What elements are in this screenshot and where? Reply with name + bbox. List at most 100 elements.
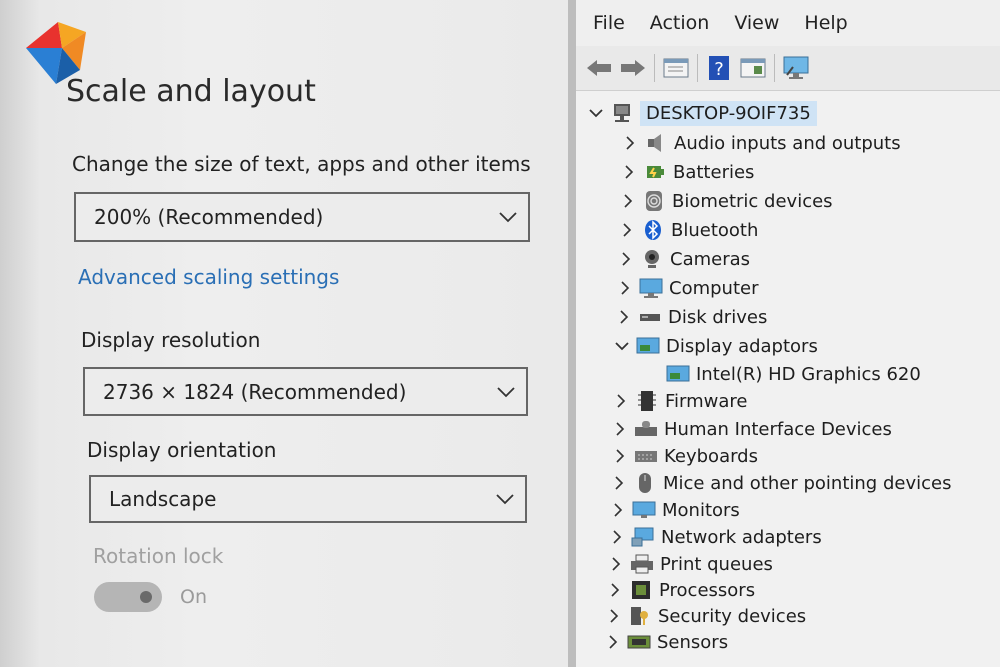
- scale-label: Change the size of text, apps and other …: [72, 152, 531, 176]
- tree-item[interactable]: Keyboards: [610, 443, 758, 469]
- tree-item[interactable]: Processors: [605, 577, 755, 603]
- scale-value: 200% (Recommended): [94, 205, 324, 229]
- tree-child-item[interactable]: Intel(R) HD Graphics 620: [662, 361, 921, 387]
- chevron-right-icon[interactable]: [604, 609, 624, 623]
- tree-item[interactable]: Audio inputs and outputs: [620, 130, 901, 156]
- tree-item-label: Bluetooth: [671, 219, 759, 241]
- menu-file[interactable]: File: [593, 12, 625, 34]
- computer-icon: [639, 277, 663, 299]
- device-tree: DESKTOP-9OIF735 Audio inputs and outputs…: [576, 92, 1000, 667]
- toolbar: ?: [576, 46, 1000, 91]
- back-button[interactable]: [582, 53, 616, 83]
- rotation-lock-toggle[interactable]: [94, 582, 162, 612]
- rotation-lock-state: On: [180, 586, 207, 608]
- chevron-right-icon[interactable]: [605, 583, 625, 597]
- menu-bar: File Action View Help: [576, 0, 1000, 46]
- mouse-icon: [633, 472, 657, 494]
- chevron-right-icon[interactable]: [616, 252, 636, 266]
- sensor-icon: [627, 631, 651, 653]
- tree-item-label: Computer: [669, 277, 759, 299]
- display-adapter-icon: [666, 363, 690, 385]
- toolbar-separator: [697, 54, 698, 82]
- chevron-right-icon[interactable]: [611, 394, 631, 408]
- chevron-right-icon[interactable]: [607, 530, 627, 544]
- window-divider: [568, 0, 576, 667]
- toggle-knob: [140, 591, 152, 603]
- menu-help[interactable]: Help: [804, 12, 847, 34]
- chevron-down-icon: [485, 477, 525, 521]
- forward-button[interactable]: [616, 53, 650, 83]
- tree-item[interactable]: Monitors: [608, 497, 740, 523]
- chevron-right-icon[interactable]: [608, 503, 628, 517]
- tree-item-label: Biometric devices: [672, 190, 833, 212]
- chevron-right-icon[interactable]: [603, 635, 623, 649]
- device-manager-window: File Action View Help ? DESKTOP-9OIF735 …: [576, 0, 1000, 667]
- tree-item[interactable]: Sensors: [603, 629, 728, 655]
- menu-view[interactable]: View: [734, 12, 779, 34]
- tree-item[interactable]: Computer: [615, 275, 758, 301]
- menu-action[interactable]: Action: [650, 12, 710, 34]
- computer-network-icon: [610, 102, 634, 124]
- tree-item[interactable]: Firmware: [611, 388, 748, 414]
- chevron-right-icon[interactable]: [620, 136, 640, 150]
- security-icon: [628, 605, 652, 627]
- tree-item[interactable]: Batteries: [619, 159, 754, 185]
- tree-item-label: Batteries: [673, 161, 755, 183]
- tree-item[interactable]: Mice and other pointing devices: [609, 470, 951, 496]
- tree-item-label: Disk drives: [668, 306, 768, 328]
- battery-icon: [643, 161, 667, 183]
- tree-item-label: Audio inputs and outputs: [674, 132, 901, 154]
- chevron-right-icon[interactable]: [614, 310, 634, 324]
- scale-dropdown[interactable]: 200% (Recommended): [74, 192, 530, 242]
- firmware-icon: [635, 390, 659, 412]
- tree-item-label: Display adaptors: [666, 335, 818, 357]
- rotation-lock-label: Rotation lock: [93, 544, 224, 568]
- tree-item[interactable]: Network adapters: [607, 524, 822, 550]
- chevron-right-icon[interactable]: [610, 422, 630, 436]
- tree-item[interactable]: Disk drives: [614, 304, 767, 330]
- tree-item[interactable]: Biometric devices: [618, 188, 833, 214]
- speaker-icon: [644, 132, 668, 154]
- tree-item[interactable]: Cameras: [616, 246, 750, 272]
- display-adapter-icon: [636, 335, 660, 357]
- scan-hardware-icon: [783, 56, 809, 79]
- properties-icon: [663, 58, 689, 78]
- tree-item-label: Keyboards: [664, 445, 758, 467]
- help-icon: ?: [709, 56, 729, 80]
- tree-item-label: Monitors: [662, 499, 740, 521]
- bluetooth-icon: [641, 219, 665, 241]
- orientation-dropdown[interactable]: Landscape: [89, 475, 527, 523]
- orientation-label: Display orientation: [87, 438, 277, 462]
- chevron-down-icon[interactable]: [586, 108, 606, 118]
- tree-item-label: Mice and other pointing devices: [663, 472, 952, 494]
- resolution-dropdown[interactable]: 2736 × 1824 (Recommended): [83, 367, 528, 416]
- forward-arrow-icon: [621, 60, 645, 76]
- keyboard-icon: [634, 445, 658, 467]
- tree-item-expanded[interactable]: Display adaptors: [612, 333, 818, 359]
- chevron-down-icon: [486, 369, 526, 414]
- help-button[interactable]: ?: [702, 53, 736, 83]
- settings-pane: Scale and layout Change the size of text…: [0, 0, 568, 667]
- tree-item[interactable]: Human Interface Devices: [610, 416, 892, 442]
- tree-item-label: Cameras: [670, 248, 751, 270]
- chevron-right-icon[interactable]: [619, 165, 639, 179]
- chevron-right-icon[interactable]: [610, 449, 630, 463]
- tree-item[interactable]: Print queues: [606, 551, 773, 577]
- webcam-icon: [640, 248, 664, 270]
- chevron-right-icon[interactable]: [606, 557, 626, 571]
- chevron-right-icon[interactable]: [609, 476, 629, 490]
- advanced-scaling-link[interactable]: Advanced scaling settings: [78, 265, 339, 289]
- tree-item-label: Sensors: [657, 631, 729, 653]
- chevron-right-icon[interactable]: [617, 223, 637, 237]
- properties-button[interactable]: [659, 53, 693, 83]
- tree-item-label: Intel(R) HD Graphics 620: [696, 363, 921, 385]
- chevron-right-icon[interactable]: [615, 281, 635, 295]
- chevron-down-icon[interactable]: [612, 341, 632, 351]
- scan-hardware-button[interactable]: [779, 53, 813, 83]
- chevron-right-icon[interactable]: [618, 194, 638, 208]
- tree-item[interactable]: Security devices: [604, 603, 806, 629]
- tree-root[interactable]: DESKTOP-9OIF735: [586, 100, 817, 126]
- view-button[interactable]: [736, 53, 770, 83]
- tree-item[interactable]: Bluetooth: [617, 217, 758, 243]
- tree-item-label: Print queues: [660, 553, 773, 575]
